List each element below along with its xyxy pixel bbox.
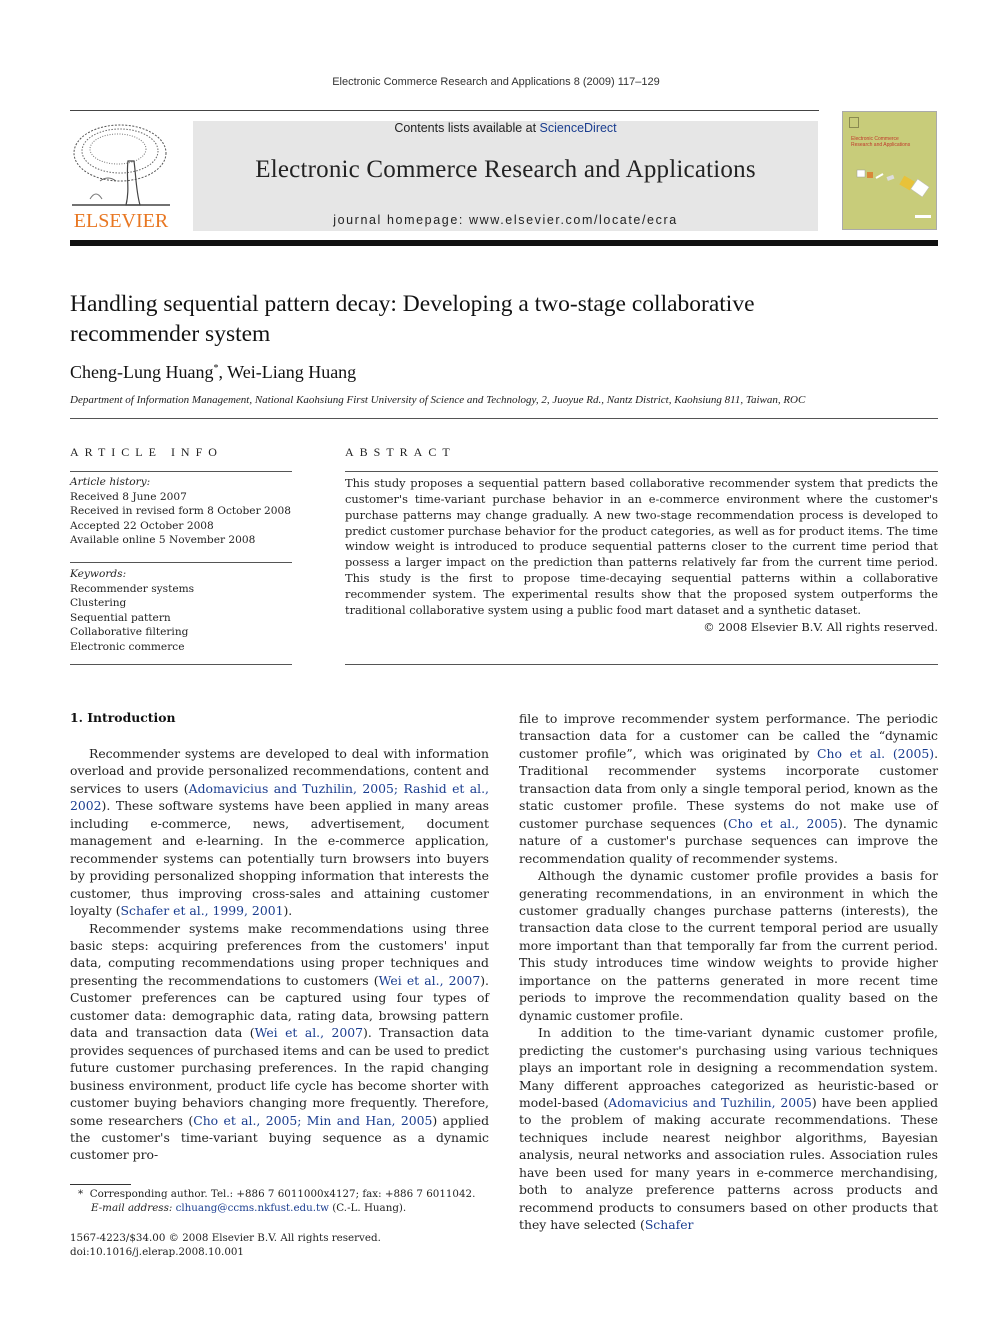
keywords-label: Keywords: [70, 568, 127, 580]
cover-illustration-icon [856, 169, 931, 218]
article-title-line: recommender system [70, 321, 271, 347]
keywords: Keywords: Recommender systems Clustering… [70, 567, 292, 654]
abstract-copyright: © 2008 Elsevier B.V. All rights reserved… [703, 620, 938, 634]
keyword-item: Clustering [70, 597, 127, 609]
paragraph: file to improve recommender system perfo… [519, 710, 938, 867]
citation-link[interactable]: Wei et al., 2007 [255, 1025, 363, 1040]
history-item: Received 8 June 2007 [70, 490, 187, 503]
citation-link[interactable]: Schafer et al., 1999, 2001 [121, 903, 284, 918]
keyword-item: Recommender systems [70, 582, 195, 595]
header-rule [70, 110, 819, 111]
running-head: Electronic Commerce Research and Applica… [332, 76, 660, 88]
issn-line: 1567-4223/$34.00 © 2008 Elsevier B.V. Al… [70, 1232, 381, 1244]
paragraph: Recommender systems make recommendations… [70, 920, 489, 1164]
keyword-item: Sequential pattern [70, 611, 171, 624]
citation-link[interactable]: Wei et al., 2007 [379, 973, 481, 988]
author-name[interactable]: Cheng-Lung Huang [70, 362, 213, 382]
article-history: Article history: Received 8 June 2007 Re… [70, 475, 292, 548]
paragraph: Although the dynamic customer profile pr… [519, 868, 938, 1023]
contents-line: Contents lists available at ScienceDirec… [193, 121, 818, 135]
abstract-text: This study proposes a sequential pattern… [345, 476, 938, 617]
author-name[interactable]: Wei-Liang Huang [227, 362, 356, 382]
citation-link[interactable]: Cho et al. (2005) [817, 746, 934, 761]
article-title-line: Handling sequential pattern decay: Devel… [70, 291, 755, 317]
section-heading-introduction: 1. Introduction [70, 710, 176, 725]
abstract-heading: ABSTRACT [345, 445, 456, 459]
keyword-item: Collaborative filtering [70, 626, 189, 638]
text-run: ). These software systems have been appl… [70, 798, 489, 919]
journal-cover[interactable]: Electronic Commerce Research and Applica… [842, 111, 937, 230]
article-info-bottom-rule [70, 664, 292, 665]
article-info-rule [70, 471, 292, 472]
contents-prefix: Contents lists available at [394, 121, 540, 135]
citation-link[interactable]: Cho et al., 2005 [728, 816, 838, 831]
email-link[interactable]: clhuang@ccms.nkfust.edu.tw [176, 1202, 329, 1214]
body-column-right: file to improve recommender system perfo… [519, 710, 938, 1234]
text-run: ). [283, 903, 293, 919]
journal-name: Electronic Commerce Research and Applica… [255, 156, 756, 183]
keywords-rule [70, 562, 292, 563]
text-run: ) have been applied to the problem of ma… [519, 1094, 939, 1233]
paragraph: Recommender systems are developed to dea… [70, 745, 489, 920]
article-history-label: Article history: [70, 476, 151, 488]
author-separator: , [218, 362, 228, 382]
article-info-heading: ARTICLE INFO [70, 445, 223, 459]
sciencedirect-link[interactable]: ScienceDirect [540, 121, 617, 135]
history-item: Available online 5 November 2008 [70, 534, 256, 546]
abstract-rule [345, 471, 938, 472]
paragraph: In addition to the time-variant dynamic … [519, 1024, 938, 1233]
elsevier-logo[interactable]: ELSEVIER [70, 121, 172, 233]
affiliation: Department of Information Management, Na… [70, 394, 806, 406]
doi-line[interactable]: doi:10.1016/j.elerap.2008.10.001 [70, 1245, 381, 1259]
article-title: Handling sequential pattern decay: Devel… [70, 289, 938, 349]
email-suffix: (C.-L. Huang). [329, 1202, 407, 1214]
keyword-item: Electronic commerce [70, 640, 185, 653]
footnote-corresponding: Corresponding author. Tel.: +886 7 60110… [89, 1188, 476, 1200]
citation-link[interactable]: Cho et al., 2005; Min and Han, 2005 [193, 1113, 432, 1128]
tree-icon [72, 124, 170, 206]
footnote-rule [70, 1184, 131, 1185]
history-item: Accepted 22 October 2008 [70, 519, 214, 532]
elsevier-wordmark: ELSEVIER [73, 210, 169, 232]
journal-homepage[interactable]: journal homepage: www.elsevier.com/locat… [193, 213, 818, 227]
citation-link[interactable]: Schafer [645, 1217, 694, 1232]
citation-link[interactable]: Adomavicius and Tuzhilin, 2005 [608, 1095, 812, 1110]
body-column-left: Recommender systems are developed to dea… [70, 745, 489, 1164]
issn-block: 1567-4223/$34.00 © 2008 Elsevier B.V. Al… [70, 1231, 381, 1259]
history-item: Received in revised form 8 October 2008 [70, 505, 291, 517]
footnote: * Corresponding author. Tel.: +886 7 601… [78, 1187, 475, 1215]
affiliation-rule [70, 418, 938, 419]
abstract-bottom-rule [345, 664, 938, 665]
author-list: Cheng-Lung Huang*, Wei-Liang Huang [70, 362, 356, 383]
banner-thick-rule [70, 240, 938, 246]
footnote-mark: * [78, 1188, 84, 1200]
email-label: E-mail address: [91, 1202, 173, 1214]
